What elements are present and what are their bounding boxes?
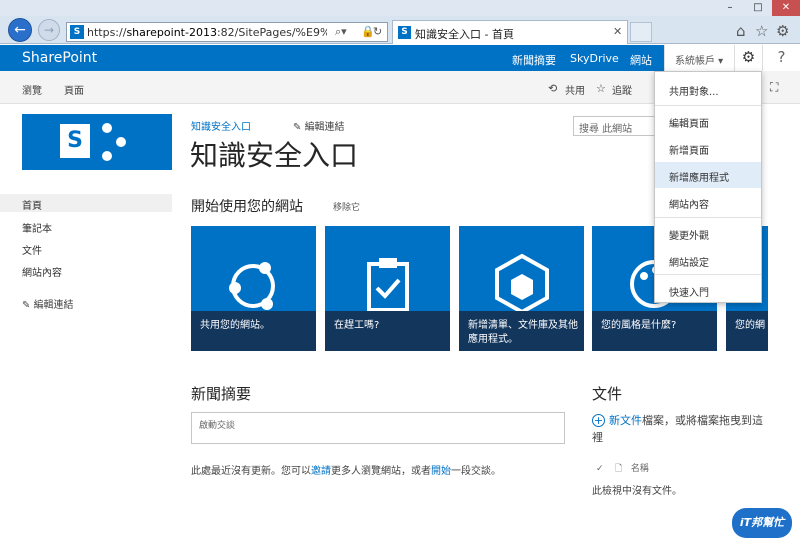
new-document-link[interactable]: 新文件 — [609, 414, 642, 427]
invite-link[interactable]: 邀請 — [311, 466, 331, 477]
suite-link-newsfeed[interactable]: 新聞摘要 — [512, 52, 556, 68]
share-icon — [229, 262, 275, 310]
menu-divider — [655, 217, 761, 218]
menu-site-contents[interactable]: 網站內容 — [655, 189, 761, 215]
breadcrumb[interactable]: 知識安全入口 — [191, 118, 251, 133]
name-column-header[interactable]: 名稱 — [631, 464, 649, 474]
tab-title: 知識安全入口 - 首頁 — [415, 28, 514, 41]
menu-add-app[interactable]: 新增應用程式 — [655, 162, 761, 188]
tab-page[interactable]: 頁面 — [64, 82, 84, 97]
back-arrow-icon[interactable]: ← — [8, 18, 32, 42]
quick-launch-notebook[interactable]: 筆記本 — [22, 220, 52, 235]
apps-hexagon-icon — [495, 253, 549, 314]
search-dropdown-icon[interactable]: ⌕▾ — [335, 25, 347, 39]
newsfeed-empty-message: 此處最近沒有更新。您可以邀請更多人瀏覽網站，或者開始一段交談。 — [191, 462, 501, 477]
url-path: :82/SitePages/%E9%A6%96 — [216, 26, 327, 39]
site-logo[interactable]: S — [22, 114, 172, 170]
home-icon[interactable]: ⌂ — [736, 22, 746, 40]
url-scheme: https:// — [87, 26, 127, 39]
empty-text: 一段交談。 — [451, 466, 501, 477]
menu-change-look[interactable]: 變更外觀 — [655, 220, 761, 246]
tab-favicon-icon: S — [398, 26, 411, 39]
focus-content-icon[interactable]: ⛶ — [770, 80, 778, 95]
tile-share-site[interactable]: 共用您的網站。 — [191, 226, 316, 351]
suite-link-sites[interactable]: 網站 — [630, 52, 652, 68]
document-icon: 🗋 — [615, 464, 623, 474]
sharepoint-favicon-icon: S — [70, 25, 84, 39]
tab-browse[interactable]: 瀏覽 — [22, 82, 42, 97]
share-button[interactable]: 共用 — [565, 82, 585, 97]
account-menu[interactable]: 系統帳戶 ▾ — [664, 45, 734, 71]
tile-label: 新增清單、文件庫及其他應用程式。 — [468, 320, 578, 345]
refresh-icon[interactable]: ↻ — [373, 25, 382, 38]
newsfeed-title: 新聞摘要 — [191, 385, 252, 403]
share-icon[interactable]: ⟲ — [548, 82, 557, 95]
quick-launch-edit-links[interactable]: ✎ 編輯連結 — [22, 296, 74, 311]
settings-menu: 共用對象... 編輯頁面 新增頁面 新增應用程式 網站內容 變更外觀 網站設定 … — [654, 71, 762, 303]
gear-icon[interactable]: ⚙ — [776, 22, 789, 40]
start-link[interactable]: 開始 — [431, 466, 451, 477]
quick-launch-home[interactable]: 首頁 — [22, 197, 42, 212]
ithome-watermark-logo: iT邦幫忙 — [732, 508, 792, 538]
follow-star-icon[interactable]: ☆ — [596, 82, 606, 95]
page-title: 知識安全入口 — [190, 139, 359, 172]
close-window-button[interactable]: ✕ — [772, 0, 800, 16]
tile-add-lists-libraries-apps[interactable]: 新增清單、文件庫及其他應用程式。 — [459, 226, 584, 351]
logo-dot-icon — [116, 137, 126, 147]
menu-add-page[interactable]: 新增頁面 — [655, 135, 761, 161]
tile-label: 共用您的網站。 — [200, 320, 270, 331]
forward-arrow-icon[interactable]: → — [38, 19, 60, 41]
empty-text: 此處最近沒有更新。您可以 — [191, 466, 311, 477]
getting-started-title: 開始使用您的網站 — [191, 199, 303, 215]
menu-edit-page[interactable]: 編輯頁面 — [655, 108, 761, 134]
suite-brand[interactable]: SharePoint — [22, 50, 97, 66]
edit-links-top[interactable]: ✎ 編輯連結 — [293, 118, 345, 133]
documents-header: ✓ 🗋 名稱 — [596, 461, 649, 477]
menu-shared-with[interactable]: 共用對象... — [655, 76, 761, 102]
check-column-header[interactable]: ✓ — [596, 464, 604, 474]
documents-upload-hint: 新文件檔案，或將檔案拖曳到這裡 — [592, 412, 772, 446]
conversation-placeholder: 啟動交談 — [199, 421, 236, 431]
tile-label: 在趕工嗎? — [334, 320, 380, 331]
url-text: https://sharepoint-2013:82/SitePages/%E9… — [87, 26, 327, 39]
empty-text: 更多人瀏覽網站，或者 — [331, 466, 431, 477]
tile-working-on-deadline[interactable]: 在趕工嗎? — [325, 226, 450, 351]
menu-site-settings[interactable]: 網站設定 — [655, 247, 761, 273]
suite-bar: SharePoint 新聞摘要 SkyDrive 網站 系統帳戶 ▾ ⚙ ? — [0, 45, 800, 71]
tile-label: 您的風格是什麼? — [601, 320, 677, 331]
star-icon[interactable]: ☆ — [755, 22, 768, 40]
start-conversation-input[interactable]: 啟動交談 — [191, 412, 565, 444]
logo-dot-icon — [102, 151, 112, 161]
address-bar[interactable]: S https://sharepoint-2013:82/SitePages/%… — [66, 22, 388, 42]
documents-title: 文件 — [592, 385, 623, 403]
sharepoint-logo-icon: S — [60, 124, 90, 158]
documents-empty-message: 此檢視中沒有文件。 — [592, 486, 682, 497]
new-tab-button[interactable] — [630, 22, 652, 42]
menu-getting-started[interactable]: 快速入門 — [655, 277, 761, 303]
settings-gear-icon[interactable]: ⚙ — [734, 45, 762, 71]
quick-launch-documents[interactable]: 文件 — [22, 242, 42, 257]
menu-divider — [655, 105, 761, 106]
follow-button[interactable]: 追蹤 — [612, 82, 632, 97]
window-titlebar — [0, 0, 800, 16]
tile-label: 您的網 — [735, 320, 765, 331]
url-domain: sharepoint-2013 — [126, 26, 217, 39]
remove-getting-started-link[interactable]: 移除它 — [333, 200, 360, 213]
minimize-button[interactable]: – — [716, 0, 744, 16]
help-button[interactable]: ? — [762, 45, 800, 71]
pencil-icon: ✎ — [22, 300, 34, 311]
pencil-icon: ✎ — [293, 122, 305, 133]
logo-dot-icon — [102, 123, 112, 133]
edit-links-label: 編輯連結 — [33, 300, 74, 311]
browser-tab[interactable]: S 知識安全入口 - 首頁 ✕ — [392, 20, 628, 44]
maximize-button[interactable]: □ — [744, 0, 772, 16]
edit-links-label: 編輯連結 — [304, 122, 345, 133]
quick-launch-site-contents[interactable]: 網站內容 — [22, 264, 62, 279]
menu-divider — [655, 274, 761, 275]
clipboard-check-icon — [367, 258, 409, 312]
tab-close-icon[interactable]: ✕ — [613, 25, 622, 38]
search-placeholder: 搜尋 此網站 — [579, 124, 633, 135]
suite-link-skydrive[interactable]: SkyDrive — [570, 52, 619, 65]
